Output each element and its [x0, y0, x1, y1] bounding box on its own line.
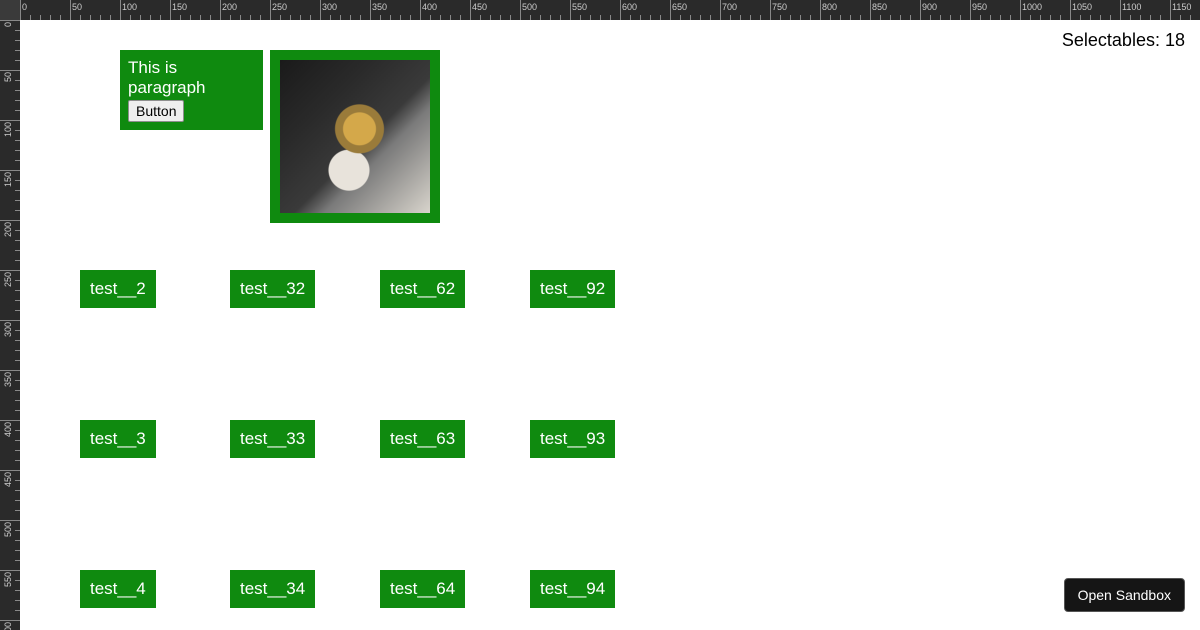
- selectable-label: test__2: [90, 279, 146, 298]
- selectable-label: test__94: [540, 579, 605, 598]
- paragraph-text: This is paragraph: [128, 58, 255, 98]
- selectable-box[interactable]: test__64: [380, 570, 465, 608]
- ruler-corner: [0, 0, 20, 20]
- selectable-label: test__32: [240, 279, 305, 298]
- selectable-box[interactable]: test__2: [80, 270, 156, 308]
- selectable-label: test__33: [240, 429, 305, 448]
- selectable-box[interactable]: test__32: [230, 270, 315, 308]
- selectable-label: test__93: [540, 429, 605, 448]
- selectable-box[interactable]: test__92: [530, 270, 615, 308]
- selectable-label: test__3: [90, 429, 146, 448]
- selectable-box[interactable]: test__94: [530, 570, 615, 608]
- selectable-label: test__4: [90, 579, 146, 598]
- selectable-label: test__34: [240, 579, 305, 598]
- selectable-box[interactable]: test__93: [530, 420, 615, 458]
- selectable-label: test__62: [390, 279, 455, 298]
- selectable-label: test__64: [390, 579, 455, 598]
- paragraph-box[interactable]: This is paragraph Button: [120, 50, 263, 130]
- paragraph-button[interactable]: Button: [128, 100, 184, 122]
- selectable-box[interactable]: test__63: [380, 420, 465, 458]
- selectable-label: test__92: [540, 279, 605, 298]
- selectable-box[interactable]: test__4: [80, 570, 156, 608]
- selectable-label: test__63: [390, 429, 455, 448]
- selectable-box[interactable]: test__62: [380, 270, 465, 308]
- selectable-box[interactable]: test__33: [230, 420, 315, 458]
- image-box[interactable]: [270, 50, 440, 223]
- selectable-box[interactable]: test__34: [230, 570, 315, 608]
- open-sandbox-button[interactable]: Open Sandbox: [1064, 578, 1185, 612]
- gears-image: [280, 60, 430, 213]
- selectables-label: Selectables:: [1062, 30, 1160, 50]
- selectables-count: 18: [1165, 30, 1185, 50]
- selectables-counter: Selectables: 18: [1062, 30, 1185, 51]
- ruler-vertical: 050100150200250300350400450500550600: [0, 0, 20, 630]
- selectable-box[interactable]: test__3: [80, 420, 156, 458]
- ruler-horizontal: 0501001502002503003504004505005506006507…: [0, 0, 1200, 20]
